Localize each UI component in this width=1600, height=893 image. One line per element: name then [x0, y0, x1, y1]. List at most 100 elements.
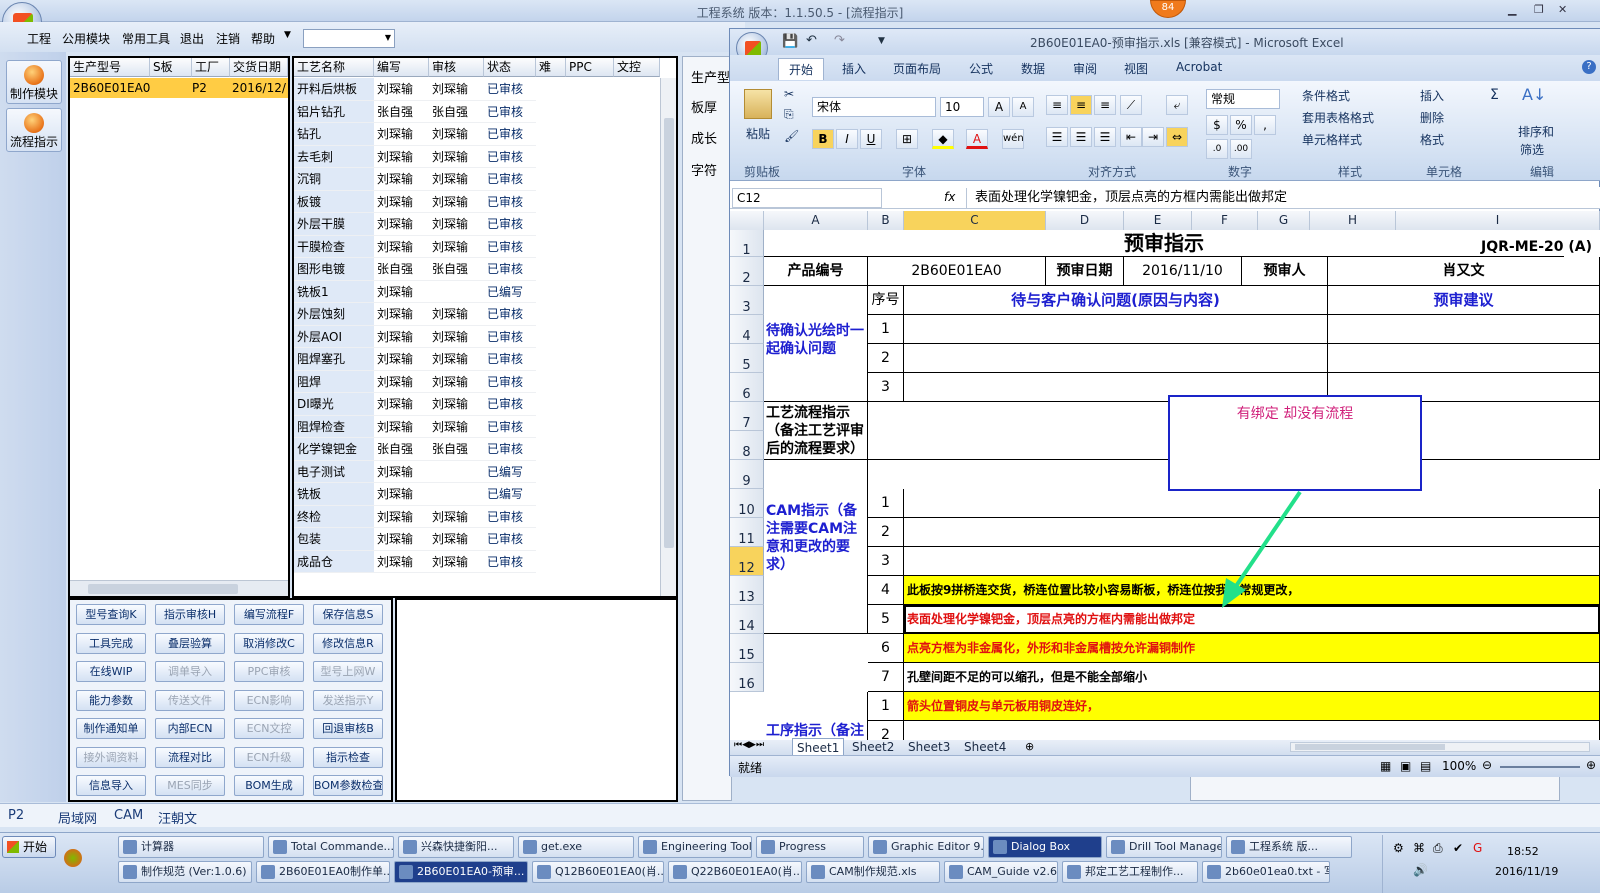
format-as-table-button[interactable]: 套用表格格式	[1302, 109, 1374, 126]
clock-date[interactable]: 2016/11/19	[1495, 865, 1558, 878]
function-button[interactable]: 取消修改C	[234, 632, 304, 654]
tray-icon[interactable]: ⌘	[1413, 841, 1425, 855]
table-row[interactable]: 图形电镀 张自强 张自强 已审核	[294, 258, 660, 281]
menu-item-engineering[interactable]: 工程	[27, 30, 51, 47]
taskbar-button[interactable]: 计算器	[118, 836, 264, 858]
worksheet[interactable]: 1 2 3 4 5 6 7 8 9 10 11 12 13 14 15 16 预审指示 JQR-ME-20 (A)…	[730, 230, 1600, 740]
page-layout-view-icon[interactable]: ▣	[1400, 759, 1411, 773]
bold-icon[interactable]: B	[812, 129, 834, 149]
scroll-thumb[interactable]	[1295, 744, 1445, 750]
row-header[interactable]: 16	[730, 663, 764, 692]
name-box[interactable]: C12	[732, 188, 882, 208]
menu-item-help[interactable]: 帮助	[251, 30, 275, 47]
taskbar-button[interactable]: Engineering Tool...	[638, 836, 752, 858]
tab-data[interactable]: 数据	[1021, 60, 1045, 77]
sheet-cell[interactable]	[1328, 344, 1600, 373]
sheet-cell[interactable]: 1	[868, 692, 904, 721]
function-button[interactable]: 工具完成	[76, 632, 146, 654]
chevron-down-icon[interactable]: ▼	[284, 30, 291, 40]
function-button[interactable]: 调单导入	[155, 661, 225, 682]
cut-icon[interactable]: ✂	[784, 87, 794, 101]
select-all-corner[interactable]	[730, 211, 764, 230]
function-button[interactable]: 叠层验算	[155, 632, 225, 654]
taskbar-button[interactable]: 2b60e01ea0.txt - 写...	[1202, 861, 1330, 883]
sheet-cell[interactable]: 预审日期	[1046, 257, 1124, 286]
row-header[interactable]: 9	[730, 460, 764, 489]
taskbar-button[interactable]: get.exe	[518, 836, 634, 858]
cam-instruction-cell[interactable]	[904, 547, 1600, 576]
insert-button[interactable]: 插入	[1420, 87, 1444, 104]
sheet-cell[interactable]: 肖又文	[1328, 257, 1600, 286]
form-code[interactable]: JQR-ME-20 (A)	[1410, 230, 1600, 257]
function-button[interactable]: 型号查询K	[76, 604, 146, 625]
column-header[interactable]: B	[868, 211, 904, 230]
sheet-cell[interactable]: 1	[868, 315, 904, 344]
page-break-view-icon[interactable]: ▤	[1420, 759, 1431, 773]
function-button[interactable]: BOM参数检查	[313, 775, 383, 796]
sheet-cell[interactable]: 2	[868, 518, 904, 547]
format-painter-icon[interactable]: 🖌	[784, 129, 799, 143]
function-button[interactable]: 制作通知单	[76, 718, 146, 739]
column-header[interactable]: 工厂	[192, 58, 230, 77]
section-label[interactable]: 工序指示（备注需要CAM转	[764, 692, 868, 740]
sort-button[interactable]: 排序和	[1518, 123, 1554, 140]
sheet-cell[interactable]: 5	[868, 605, 904, 634]
function-button[interactable]: 信息导入	[76, 775, 146, 796]
table-row[interactable]: 铣板1 刘琛输 已编写	[294, 280, 660, 303]
table-row[interactable]: 外层干膜 刘琛输 刘琛输 已审核	[294, 213, 660, 236]
sheet-cell[interactable]: 4	[868, 576, 904, 605]
tray-icon[interactable]: ⎙	[1433, 841, 1443, 856]
autosum-icon[interactable]: Σ	[1490, 87, 1499, 103]
percent-button[interactable]: %	[1230, 115, 1252, 135]
sheet-cell[interactable]: 2016/11/10	[1124, 257, 1242, 286]
function-button[interactable]: ECN升级	[234, 746, 304, 768]
row-header[interactable]: 4	[730, 315, 764, 344]
zoom-level[interactable]: 100%	[1442, 759, 1476, 773]
zoom-slider[interactable]	[1500, 766, 1580, 768]
tab-acrobat[interactable]: Acrobat	[1176, 60, 1222, 74]
format-button[interactable]: 格式	[1420, 131, 1444, 148]
phonetic-icon[interactable]: wén	[1002, 129, 1024, 149]
font-name-box[interactable]: 宋体	[812, 97, 936, 117]
row-header[interactable]: 12	[730, 547, 764, 576]
column-header[interactable]: 工艺名称	[294, 58, 374, 77]
column-header[interactable]: 状态	[484, 58, 536, 77]
row-header[interactable]: 11	[730, 518, 764, 547]
sheet-cell[interactable]: 3	[868, 373, 904, 402]
conditional-format-button[interactable]: 条件格式	[1302, 87, 1350, 104]
table-row[interactable]: 电子测试 刘琛输 已编写	[294, 460, 660, 483]
row-header[interactable]: 10	[730, 489, 764, 518]
row-header[interactable]: 13	[730, 576, 764, 605]
comma-icon[interactable]: ,	[1254, 115, 1276, 135]
column-header[interactable]: I	[1396, 211, 1600, 230]
function-button[interactable]: MES同步	[155, 775, 225, 796]
orientation-icon[interactable]: ⟋	[1120, 95, 1142, 115]
table-row[interactable]: 成品仓 刘琛输 刘琛输 已审核	[294, 550, 660, 573]
table-row[interactable]: 外层AOI 刘琛输 刘琛输 已审核	[294, 325, 660, 348]
horizontal-scrollbar[interactable]	[70, 580, 288, 596]
function-button[interactable]: ECN影响	[234, 689, 304, 711]
app-launcher-icon[interactable]	[64, 849, 82, 867]
sheet-cell[interactable]: 待与客户确认问题(原因与内容)	[904, 286, 1328, 315]
tray-icon[interactable]: ⚙	[1393, 841, 1404, 855]
table-row[interactable]: 钻孔 刘琛输 刘琛输 已审核	[294, 123, 660, 146]
sheet-tab[interactable]: Sheet1	[792, 738, 845, 756]
redo-icon[interactable]: ↷	[834, 33, 845, 48]
rail-button-production[interactable]: 制作模块	[6, 60, 62, 104]
column-header[interactable]: 交货日期	[230, 58, 288, 77]
table-row[interactable]: DI曝光 刘琛输 刘琛输 已审核	[294, 393, 660, 416]
start-button[interactable]: 开始	[2, 836, 56, 858]
fill-color-icon[interactable]: ◆	[932, 129, 954, 149]
column-header[interactable]: 编写	[374, 58, 429, 77]
row-header[interactable]: 15	[730, 634, 764, 663]
tab-view[interactable]: 视图	[1124, 60, 1148, 77]
tray-icon[interactable]: ✔	[1453, 841, 1463, 855]
table-row[interactable]: 终检 刘琛输 刘琛输 已审核	[294, 505, 660, 528]
taskbar-button[interactable]: 工程系统 版...	[1226, 836, 1352, 858]
function-button[interactable]: ECN文控	[234, 718, 304, 739]
help-icon[interactable]: ?	[1582, 60, 1596, 74]
annotation-textbox[interactable]: 有绑定 却没有流程	[1168, 395, 1422, 491]
function-button[interactable]: 型号上网W	[313, 661, 383, 682]
function-button[interactable]: BOM生成	[234, 775, 304, 796]
table-row[interactable]: 外层蚀刻 刘琛输 刘琛输 已审核	[294, 303, 660, 326]
